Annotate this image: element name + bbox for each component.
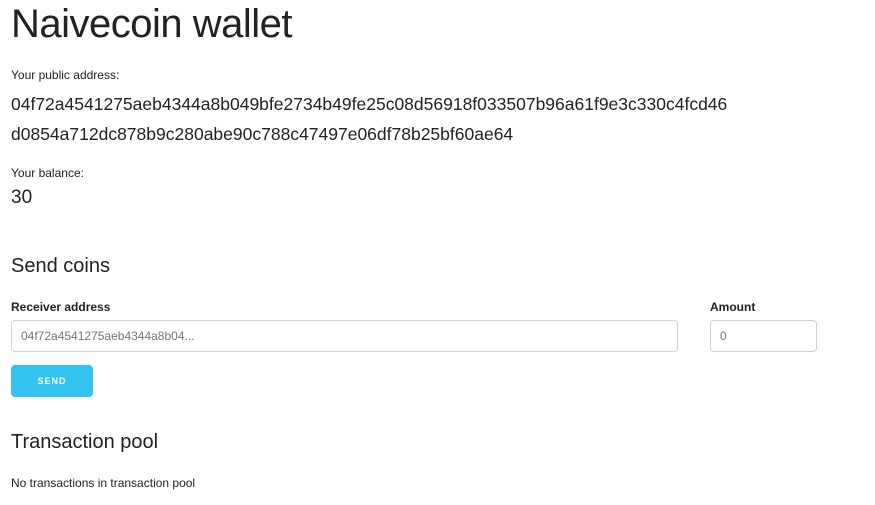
send-coins-heading: Send coins [11,255,110,277]
transaction-pool-empty-message: No transactions in transaction pool [11,476,196,490]
public-address-line-2: d0854a712dc878b9c280abe90c788c47497e06df… [11,124,514,144]
balance-value: 30 [11,187,33,208]
amount-input[interactable] [710,320,817,352]
receiver-address-label: Receiver address [11,300,111,314]
transaction-pool-heading: Transaction pool [11,431,159,453]
send-button[interactable]: SEND [11,365,93,397]
public-address-label: Your public address: [11,68,120,82]
balance-label: Your balance: [11,166,84,180]
page-title: Naivecoin wallet [11,2,293,46]
amount-label: Amount [710,300,756,314]
receiver-address-input[interactable] [11,320,678,352]
public-address-line-1: 04f72a4541275aeb4344a8b049bfe2734b49fe25… [11,94,728,114]
wallet-page: Naivecoin wallet Your public address: 04… [11,0,871,505]
public-address-value: 04f72a4541275aeb4344a8b049bfe2734b49fe25… [11,89,861,149]
